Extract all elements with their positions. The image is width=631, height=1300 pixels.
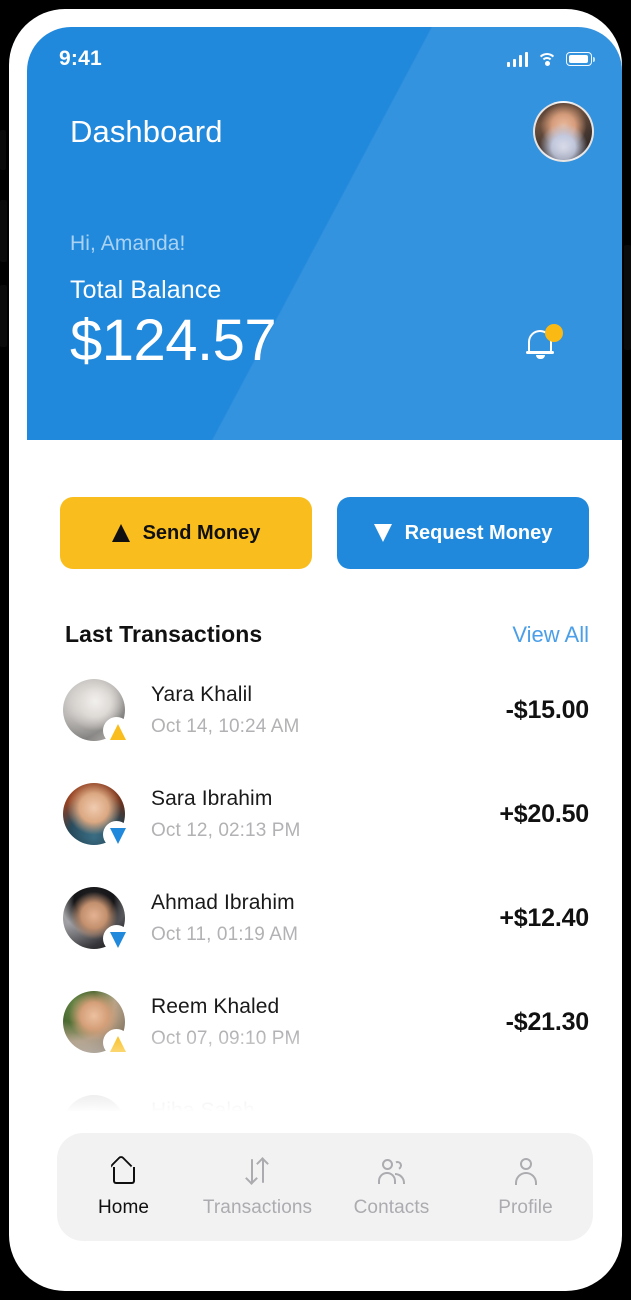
transactions-list: Yara Khalil Oct 14, 10:24 AM -$15.00 Sar… [27, 648, 622, 1178]
balance-block: Hi, Amanda! Total Balance $124.57 [27, 162, 622, 374]
transaction-date: Oct 11, 01:19 AM [151, 923, 298, 945]
arrow-down-icon [373, 524, 392, 542]
nav-item-profile[interactable]: Profile [459, 1156, 593, 1219]
nav-label-profile: Profile [498, 1196, 553, 1218]
phone-mockup: 9:41 Dashboard Hi, Amanda! Total Balance [0, 0, 631, 1300]
transaction-date: Oct 12, 02:13 PM [151, 819, 301, 841]
header-title-row: Dashboard [27, 75, 622, 162]
contact-avatar [63, 887, 130, 952]
bottom-navigation: Home Transactions Contacts Profile [27, 1111, 622, 1273]
arrow-up-icon [110, 1036, 126, 1052]
arrow-down-icon [110, 932, 126, 948]
app-screen: 9:41 Dashboard Hi, Amanda! Total Balance [27, 27, 622, 1273]
user-avatar[interactable] [533, 101, 594, 162]
power-button[interactable] [624, 245, 631, 350]
transaction-info: Reem Khaled Oct 07, 09:10 PM [125, 995, 506, 1050]
contact-avatar [63, 679, 130, 744]
request-money-label: Request Money [404, 521, 553, 544]
greeting-text: Hi, Amanda! [70, 232, 186, 255]
send-money-button[interactable]: Send Money [60, 497, 312, 569]
nav-item-transactions[interactable]: Transactions [191, 1156, 325, 1219]
volume-down-button[interactable] [0, 285, 7, 347]
status-bar: 9:41 [27, 27, 622, 75]
transactions-title: Last Transactions [65, 621, 263, 647]
transaction-date: Oct 14, 10:24 AM [151, 715, 300, 737]
transaction-amount: -$21.30 [505, 1007, 590, 1036]
table-row[interactable]: Reem Khaled Oct 07, 09:10 PM -$21.30 [63, 970, 589, 1074]
table-row[interactable]: Sara Ibrahim Oct 12, 02:13 PM +$20.50 [63, 762, 589, 866]
phone-frame: 9:41 Dashboard Hi, Amanda! Total Balance [9, 9, 622, 1291]
mute-switch-button[interactable] [0, 130, 6, 170]
view-all-link[interactable]: View All [512, 622, 589, 648]
nav-label-contacts: Contacts [353, 1196, 430, 1218]
transaction-amount: +$12.40 [499, 903, 589, 932]
volume-up-button[interactable] [0, 200, 7, 262]
request-money-button[interactable]: Request Money [337, 497, 589, 569]
balance-label: Total Balance [70, 276, 222, 304]
table-row[interactable]: Yara Khalil Oct 14, 10:24 AM -$15.00 [63, 658, 589, 762]
transaction-amount: +$20.50 [499, 799, 589, 828]
contact-name: Sara Ibrahim [151, 786, 273, 810]
contact-avatar [63, 783, 130, 848]
contact-name: Yara Khalil [151, 682, 253, 706]
profile-icon [511, 1156, 541, 1186]
arrow-down-icon [110, 828, 126, 844]
wifi-icon [537, 52, 557, 67]
contacts-icon [377, 1156, 407, 1186]
dashboard-header: 9:41 Dashboard Hi, Amanda! Total Balance [27, 27, 622, 440]
transaction-info: Yara Khalil Oct 14, 10:24 AM [125, 683, 506, 738]
send-money-label: Send Money [142, 521, 261, 544]
battery-full-icon [566, 52, 596, 66]
transfer-arrows-icon [243, 1156, 273, 1186]
home-icon [109, 1154, 139, 1186]
nav-item-home[interactable]: Home [57, 1154, 191, 1219]
table-row[interactable]: Ahmad Ibrahim Oct 11, 01:19 AM +$12.40 [63, 866, 589, 970]
balance-row: $124.57 [70, 308, 579, 374]
transaction-amount: -$15.00 [505, 695, 590, 724]
nav-label-transactions: Transactions [202, 1196, 313, 1218]
quick-actions: Send Money Request Money [27, 440, 622, 569]
arrow-up-icon [111, 524, 130, 542]
transactions-header: Last Transactions View All [27, 569, 622, 648]
transaction-info: Sara Ibrahim Oct 12, 02:13 PM [125, 787, 499, 842]
notification-badge-dot [545, 324, 563, 343]
status-icons [506, 51, 596, 67]
contact-avatar [63, 991, 130, 1056]
page-title: Dashboard [70, 113, 223, 149]
transaction-date: Oct 07, 09:10 PM [151, 1027, 301, 1049]
balance-amount: $124.57 [70, 308, 277, 373]
nav-item-contacts[interactable]: Contacts [325, 1156, 459, 1219]
status-time: 9:41 [59, 47, 102, 70]
bottom-nav-pill: Home Transactions Contacts Profile [56, 1133, 593, 1241]
contact-name: Reem Khaled [151, 994, 280, 1018]
notification-button[interactable] [519, 322, 567, 370]
nav-label-home: Home [97, 1196, 150, 1218]
contact-name: Ahmad Ibrahim [151, 890, 295, 914]
transaction-info: Ahmad Ibrahim Oct 11, 01:19 AM [125, 891, 499, 946]
signal-bars-icon [506, 51, 528, 67]
arrow-up-icon [110, 724, 126, 740]
